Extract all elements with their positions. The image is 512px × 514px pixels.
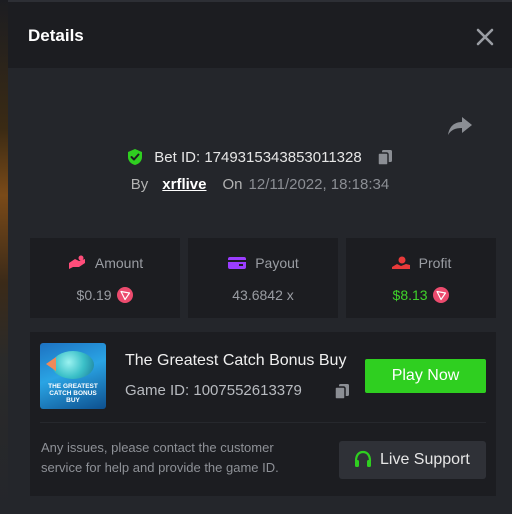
copy-icon[interactable] [376,148,394,166]
fish-image [52,351,94,379]
support-message: Any issues, please contact the customer … [41,440,279,475]
payout-value: 43.6842 x [232,287,294,304]
modal-header: Details [8,0,512,68]
game-id-row: Game ID: 1007552613379 [125,382,302,399]
copy-icon[interactable] [333,382,351,400]
amount-stat: Amount $0.19 [30,238,180,318]
live-support-label: Live Support [380,451,470,468]
bet-id-value: 1749315343853011328 [204,148,362,166]
payout-stat: Payout 43.6842 x [188,238,338,318]
amount-label: Amount [94,255,144,272]
thumbnail-text: THE GREATEST CATCH BONUS BUY [48,383,98,404]
play-now-button[interactable]: Play Now [365,359,486,393]
user-link[interactable]: xrflive [162,176,206,193]
bet-date: 12/11/2022, 18:18:34 [248,176,390,193]
wallet-icon [228,257,247,270]
game-thumbnail[interactable]: THE GREATEST CATCH BONUS BUY [40,343,106,409]
payout-label: Payout [255,255,299,272]
profit-icon [391,256,410,270]
live-support-button[interactable]: Live Support [339,441,486,479]
profit-value: $8.13 [392,287,428,304]
game-id-label: Game ID: [125,382,190,399]
game-card: THE GREATEST CATCH BONUS BUY The Greates… [30,332,496,496]
background-page-peek [0,0,8,514]
share-icon [448,117,472,135]
on-label: On [222,176,243,193]
fish-fin [46,357,56,371]
modal-title: Details [28,26,84,45]
game-name: The Greatest Catch Bonus Buy [125,352,347,369]
divider [40,422,486,423]
tron-coin-icon [117,287,134,304]
tron-coin-icon [433,287,450,304]
bet-by-row: By xrflive On 12/11/2022, 18:18:34 [8,176,512,198]
amount-icon [68,255,85,270]
headset-icon [354,450,372,467]
by-label: By [130,176,149,193]
share-button[interactable] [446,114,474,138]
profit-stat: Profit $8.13 [346,238,496,318]
bet-id-label: Bet ID: [154,148,201,166]
profit-label: Profit [418,255,452,272]
shield-check-icon [128,149,143,166]
game-id-value: 1007552613379 [193,382,302,399]
details-modal: Details Bet ID: 1749315343853011328 By xr… [8,0,512,514]
close-button[interactable] [474,26,496,48]
bet-stats: Amount $0.19 Payout 43.6842 x Profit $8.… [30,238,496,318]
bet-id-row: Bet ID: 1749315343853011328 [8,148,512,170]
amount-value: $0.19 [76,287,112,304]
close-icon [476,28,494,46]
